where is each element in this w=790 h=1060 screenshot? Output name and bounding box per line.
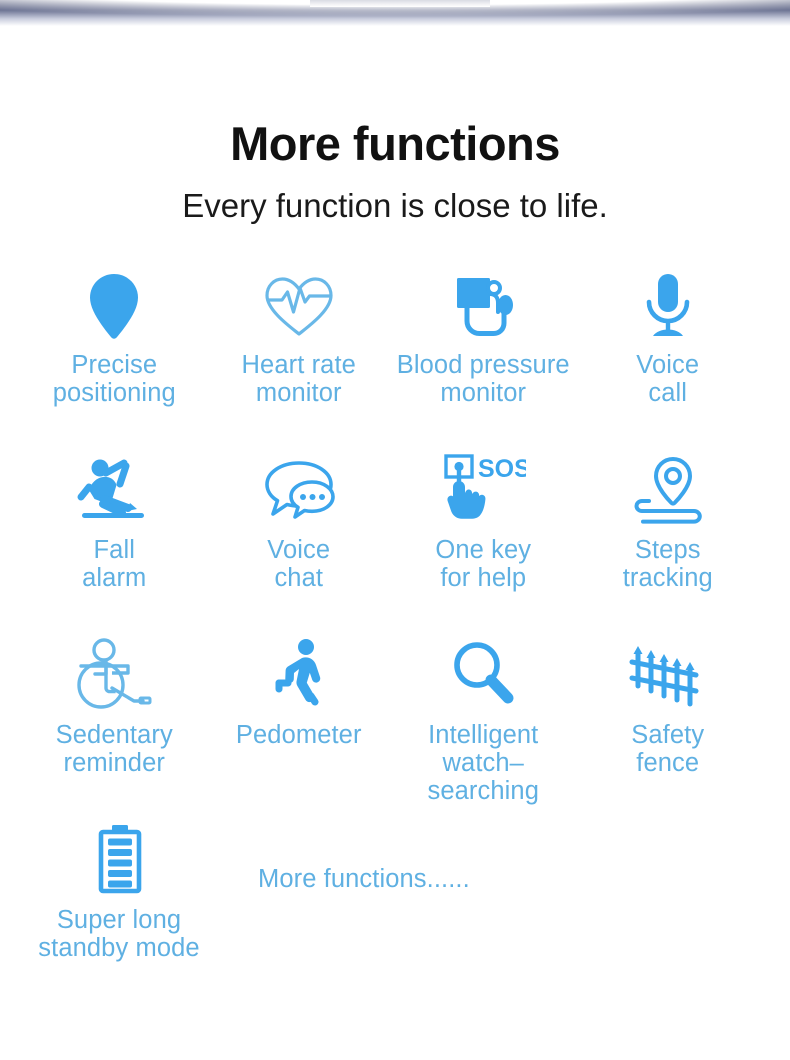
page-subtitle: Every function is close to life. <box>182 187 608 224</box>
feature-label: Fall alarm <box>82 536 147 592</box>
more-functions-text: More functions...... <box>258 865 470 893</box>
features-row-3: Sedentary reminder Pedometer Intelligent… <box>22 638 760 823</box>
feature-label: Pedometer <box>235 721 362 749</box>
wheelchair-icon <box>71 638 157 710</box>
blood-pressure-icon <box>443 268 523 340</box>
feature-precise-positioning[interactable]: Precise positioning <box>22 268 207 453</box>
location-pin-icon <box>86 268 142 340</box>
feature-label: Heart rate monitor <box>241 351 356 407</box>
walking-person-icon <box>266 638 332 710</box>
more-functions-note: More functions...... <box>216 823 760 893</box>
features-row-4: Super long standby mode More functions..… <box>22 823 760 1008</box>
feature-label: One key for help <box>435 536 532 592</box>
feature-blood-pressure-monitor[interactable]: Blood pressure monitor <box>391 268 576 453</box>
feature-label: Sedentary reminder <box>55 721 173 777</box>
feature-pedometer[interactable]: Pedometer <box>207 638 392 823</box>
feature-sedentary-reminder[interactable]: Sedentary reminder <box>22 638 207 823</box>
fence-icon <box>628 638 708 710</box>
features-grid: Precise positioning Heart rate monitor B… <box>0 268 790 1008</box>
heart-rate-icon <box>259 268 339 340</box>
feature-label: Blood pressure monitor <box>396 351 570 407</box>
feature-voice-call[interactable]: Voice call <box>576 268 761 453</box>
feature-label: Safety fence <box>631 721 705 777</box>
feature-fall-alarm[interactable]: Fall alarm <box>22 453 207 638</box>
page-title: More functions <box>230 117 560 170</box>
features-row-1: Precise positioning Heart rate monitor B… <box>22 268 760 453</box>
feature-label: Intelligent watch–searching <box>427 721 539 805</box>
falling-person-icon <box>74 453 154 525</box>
feature-heart-rate-monitor[interactable]: Heart rate monitor <box>207 268 392 453</box>
feature-super-long-standby-mode[interactable]: Super long standby mode <box>22 823 216 1008</box>
feature-voice-chat[interactable]: Voice chat <box>207 453 392 638</box>
steps-path-pin-icon <box>625 453 711 525</box>
battery-full-icon <box>91 823 147 895</box>
microphone-icon <box>639 268 697 340</box>
feature-steps-tracking[interactable]: Steps tracking <box>576 453 761 638</box>
feature-label: Voice call <box>636 351 700 407</box>
feature-label: Super long standby mode <box>38 906 200 962</box>
more-functions-page: More functions Every function is close t… <box>0 0 790 1060</box>
feature-label: Voice chat <box>267 536 331 592</box>
feature-label: Precise positioning <box>52 351 176 407</box>
features-row-2: Fall alarm Voice chat SOS One key for he… <box>22 453 760 638</box>
sos-hand-icon: SOS <box>440 453 526 525</box>
feature-safety-fence[interactable]: Safety fence <box>576 638 761 823</box>
feature-label: Steps tracking <box>622 536 713 592</box>
speech-bubbles-icon <box>257 453 341 525</box>
sos-label: SOS <box>478 455 526 483</box>
feature-intelligent-watch-searching[interactable]: Intelligent watch–searching <box>391 638 576 823</box>
magnifier-icon <box>446 638 520 710</box>
feature-one-key-for-help[interactable]: SOS One key for help <box>391 453 576 638</box>
